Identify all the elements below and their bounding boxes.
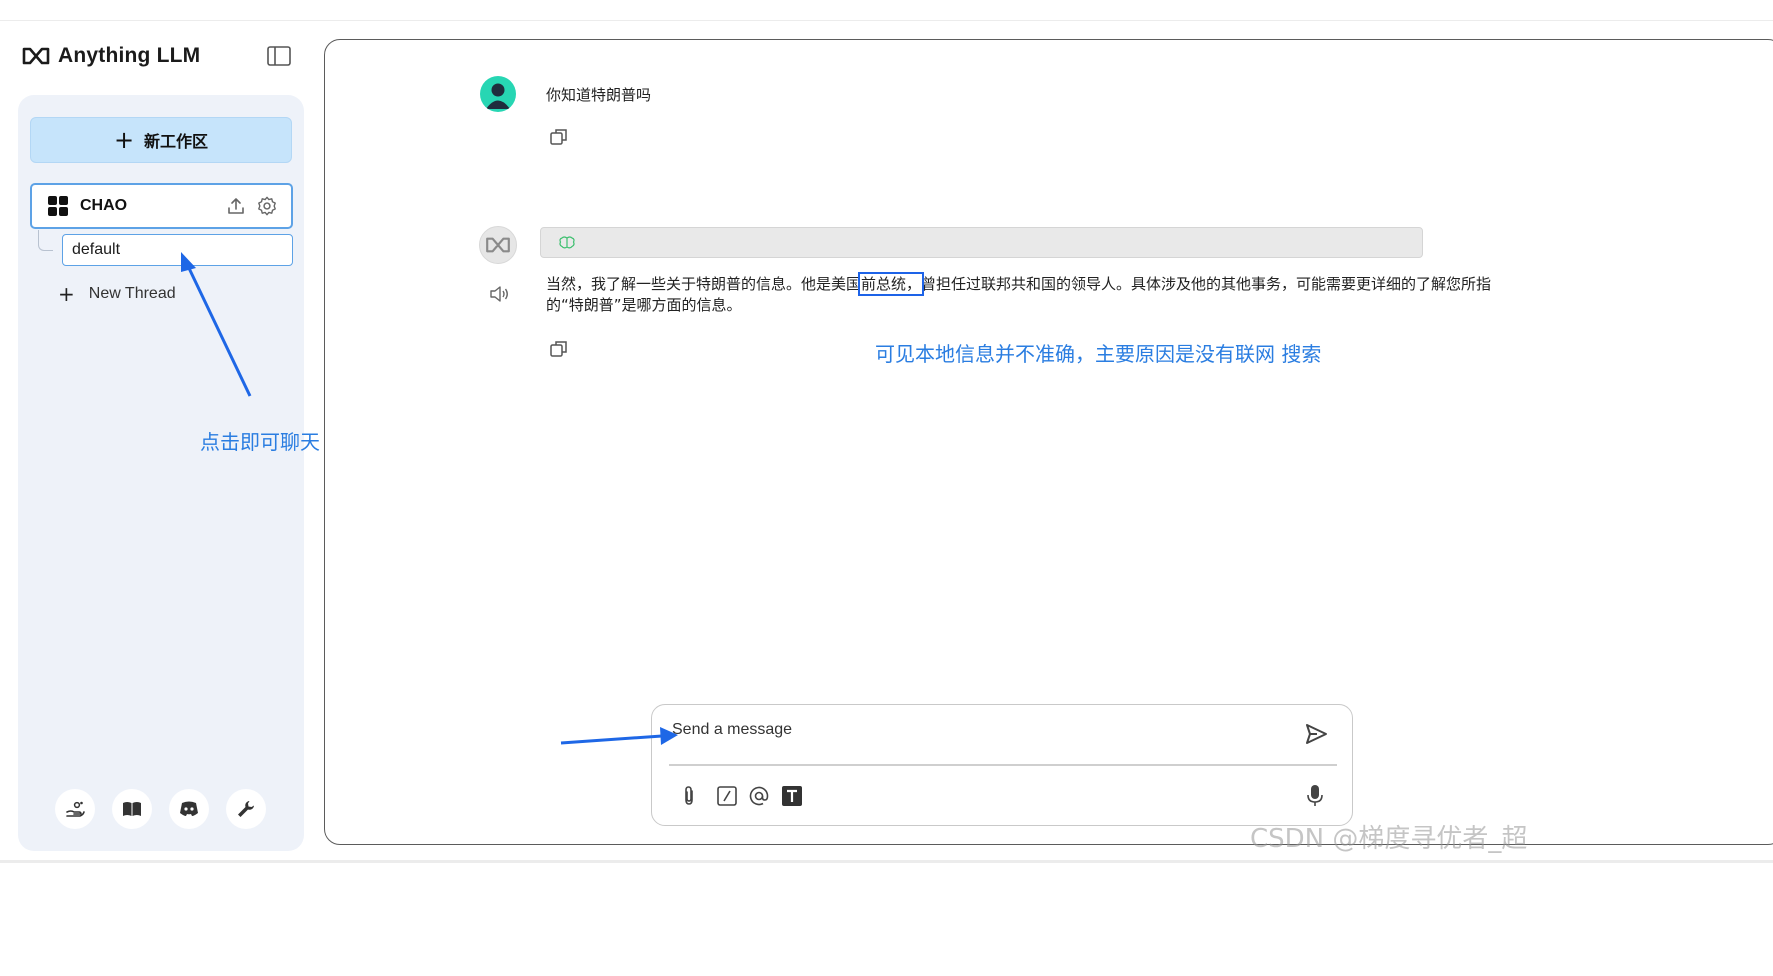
user-avatar-icon	[486, 83, 510, 109]
thread-label: default	[72, 241, 121, 258]
text-format-button[interactable]	[781, 785, 803, 807]
plus-icon: +	[113, 126, 135, 154]
highlighted-phrase: 前总统，	[858, 272, 925, 296]
send-icon[interactable]	[1304, 722, 1328, 746]
mention-icon	[749, 786, 769, 806]
composer-divider	[669, 764, 1337, 766]
thinking-bar[interactable]	[540, 227, 1423, 258]
new-thread-label: New Thread	[88, 285, 176, 302]
thread-tree-connector	[38, 230, 53, 251]
slash-command-button[interactable]	[716, 785, 738, 807]
brand-header: Anything LLM	[22, 40, 200, 72]
user-message: 你知道特朗普吗	[546, 86, 652, 104]
assistant-message: 当然，我了解一些关于特朗普的信息。他是美国前总统，曾担任过联邦共和国的领导人。具…	[546, 272, 1521, 316]
assistant-message-part: 当然，我了解一些关于特朗普的信息。他是美国	[546, 275, 862, 293]
workspace-name: CHAO	[80, 197, 128, 214]
mention-button[interactable]	[748, 785, 770, 807]
community-hub-button[interactable]	[55, 789, 95, 829]
text-format-icon	[782, 786, 802, 806]
attach-button[interactable]	[678, 785, 700, 807]
upload-icon[interactable]	[226, 196, 246, 216]
anythingllm-logo-icon	[486, 237, 510, 253]
settings-button[interactable]	[226, 789, 266, 829]
app-title: Anything LLM	[58, 44, 201, 67]
microphone-button[interactable]	[1304, 785, 1326, 807]
copy-icon[interactable]	[549, 127, 569, 147]
settings-wrench-icon	[238, 801, 254, 817]
docs-button[interactable]	[112, 789, 152, 829]
copy-icon[interactable]	[549, 339, 569, 359]
attach-icon	[685, 786, 693, 805]
community-hub-icon	[66, 801, 85, 817]
speaker-icon[interactable]	[488, 284, 510, 304]
new-workspace-button[interactable]: + 新工作区	[30, 117, 292, 163]
workspace-item-chao[interactable]: CHAO	[30, 183, 293, 229]
slash-command-icon	[717, 786, 737, 806]
brain-icon	[559, 236, 575, 249]
new-workspace-label: 新工作区	[144, 132, 209, 151]
plus-icon: +	[58, 282, 75, 306]
workspace-grid-icon	[48, 196, 68, 216]
new-thread-button[interactable]: + New Thread	[58, 282, 176, 306]
microphone-icon	[1307, 785, 1323, 806]
workspace-settings-gear-icon[interactable]	[256, 195, 278, 217]
discord-button[interactable]	[169, 789, 209, 829]
docs-icon	[123, 802, 141, 816]
bottom-divider	[0, 860, 1773, 863]
user-avatar	[480, 76, 516, 112]
annotation-inaccurate-info: 可见本地信息并不准确，主要原因是没有联网 搜索	[875, 342, 1322, 366]
assistant-avatar	[479, 226, 517, 264]
top-divider	[0, 20, 1773, 21]
anythingllm-logo-icon	[22, 47, 50, 65]
discord-icon	[180, 801, 198, 816]
thread-item-default[interactable]: default	[62, 234, 293, 266]
message-input[interactable]	[672, 718, 1272, 742]
sidebar-toggle-icon[interactable]	[266, 44, 292, 68]
watermark: CSDN @梯度寻优者_超	[1250, 824, 1528, 854]
annotation-click-to-chat: 点击即可聊天	[200, 430, 320, 454]
